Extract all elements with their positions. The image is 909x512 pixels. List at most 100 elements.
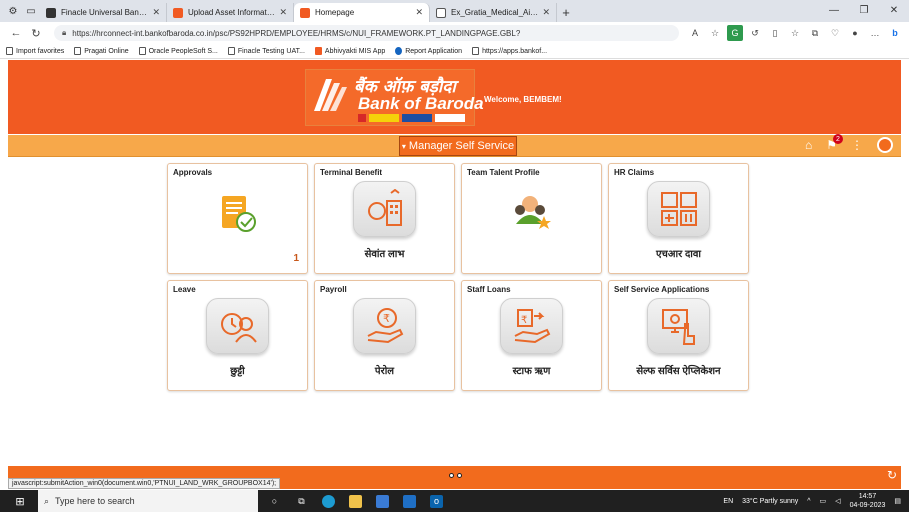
page-dot[interactable]	[457, 473, 462, 478]
windows-taskbar: ⊞ ⌕ Type here to search ○ ⧉ o EN 33°C Pa…	[0, 490, 909, 512]
tray-chevron-icon[interactable]: ^	[807, 498, 810, 505]
read-aloud-icon[interactable]: A	[687, 25, 703, 41]
bank-logo[interactable]: बैंक ऑफ़ बड़ौदा Bank of Baroda	[305, 69, 484, 126]
address-bar-row: ← ↻ 🔒︎ https://hrconnect-int.bankofbarod…	[0, 22, 909, 44]
favorites-label: Pragati Online	[84, 47, 129, 55]
tab-favicon-icon	[173, 7, 183, 18]
home-icon[interactable]: ⌂	[805, 138, 812, 152]
tile-staff-loans[interactable]: Staff Loans ₹ स्टाफ ऋण	[461, 280, 602, 391]
browser-tab[interactable]: Ex_Gratia_Medical_Aid_Scheme.p ✕	[430, 3, 557, 22]
page-icon	[227, 47, 235, 55]
refresh-page-icon[interactable]: ↻	[887, 468, 897, 482]
svg-text:₹: ₹	[521, 315, 527, 326]
favorites-item[interactable]: Abhivyakti MIS App	[314, 47, 385, 55]
close-window-icon[interactable]: ✕	[879, 0, 909, 20]
tile-leave[interactable]: Leave छुट्टी	[167, 280, 308, 391]
favorites-label: Report Application	[405, 47, 463, 55]
terminal-benefit-icon	[353, 181, 416, 237]
cortana-icon[interactable]: ○	[268, 495, 281, 508]
tile-hr-claims[interactable]: HR Claims एचआर दावा	[608, 163, 749, 274]
tile-title: Leave	[173, 285, 196, 294]
back-icon[interactable]: ←	[6, 27, 26, 39]
taskbar-search-input[interactable]: ⌕ Type here to search	[38, 490, 258, 512]
system-tray: EN 33°C Partly sunny ^ ▭ ◁ 14:57 04-09-2…	[723, 490, 901, 512]
notifications-icon[interactable]: ⚑ 2	[826, 134, 843, 152]
network-icon[interactable]: ▭	[820, 497, 827, 505]
split-screen-icon[interactable]: ▯	[767, 25, 783, 41]
url-text: https://hrconnect-int.bankofbaroda.co.in…	[72, 28, 521, 38]
tile-team-talent-profile[interactable]: Team Talent Profile	[461, 163, 602, 274]
tab-close-icon[interactable]: ✕	[415, 7, 423, 18]
restore-icon[interactable]: ❐	[849, 0, 879, 20]
notifications-center-icon[interactable]: ▤	[894, 497, 901, 505]
tile-title: HR Claims	[614, 168, 655, 177]
refresh-extension-icon[interactable]: ↺	[747, 25, 763, 41]
tile-title: Terminal Benefit	[320, 168, 383, 177]
report-icon	[395, 47, 403, 55]
new-tab-button[interactable]: +	[557, 5, 575, 20]
favorites-item[interactable]: Oracle PeopleSoft S...	[138, 47, 218, 55]
extension-icon[interactable]: G	[727, 25, 743, 41]
tile-count: 1	[293, 253, 299, 264]
tile-label: सेवांत लाभ	[364, 249, 405, 260]
tile-title: Payroll	[320, 285, 347, 294]
caret-down-icon: ▾	[401, 141, 406, 151]
volume-icon[interactable]: ◁	[835, 497, 840, 505]
tab-actions-icon[interactable]: ▭	[22, 2, 40, 20]
favorites-item[interactable]: https://apps.bankof...	[472, 47, 547, 55]
mail-icon[interactable]	[403, 494, 416, 508]
favorites-item[interactable]: Pragati Online	[74, 47, 129, 55]
task-view-icon[interactable]: ⧉	[295, 495, 308, 508]
tab-close-icon[interactable]: ✕	[279, 7, 287, 18]
bob-icon	[314, 47, 322, 55]
language-indicator[interactable]: EN	[723, 498, 733, 505]
workspaces-icon[interactable]: ⚙	[4, 2, 22, 20]
favorites-item-import[interactable]: Import favorites	[6, 47, 64, 55]
browser-essentials-icon[interactable]: ♡	[827, 25, 843, 41]
browser-tab[interactable]: Finacle Universal Banking Solutio ✕	[40, 3, 167, 22]
tile-title: Self Service Applications	[614, 285, 710, 294]
store-icon[interactable]	[376, 494, 389, 508]
browser-tab-strip: ⚙ ▭ Finacle Universal Banking Solutio ✕ …	[0, 0, 909, 22]
favorites-item[interactable]: Finacle Testing UAT...	[227, 47, 305, 55]
navbar-icon[interactable]	[877, 137, 893, 153]
window-controls: — ❐ ✕	[819, 0, 909, 20]
more-icon[interactable]: …	[867, 25, 883, 41]
page-header: बैंक ऑफ़ बड़ौदा Bank of Baroda Welcome, …	[8, 60, 901, 134]
browser-tab[interactable]: Upload Asset Information ✕	[167, 3, 294, 22]
navigation-bar: ▾ Manager Self Service ⌂ ⚑ 2 ⋮	[8, 134, 901, 157]
staff-loans-icon: ₹	[500, 298, 563, 354]
file-explorer-icon[interactable]	[349, 494, 362, 508]
tab-favicon-icon	[436, 7, 446, 18]
actions-menu-icon[interactable]: ⋮	[851, 138, 863, 152]
browser-tab-active[interactable]: Homepage ✕	[294, 3, 430, 22]
bing-icon[interactable]: b	[887, 25, 903, 41]
profile-icon[interactable]: ●	[847, 25, 863, 41]
edge-icon[interactable]	[322, 494, 335, 508]
url-field[interactable]: 🔒︎ https://hrconnect-int.bankofbaroda.co…	[54, 25, 679, 41]
browser-extensions: A ☆ G ↺ ▯ ☆ ⧉ ♡ ● … b	[687, 25, 903, 41]
favorites-icon[interactable]: ☆	[787, 25, 803, 41]
collections-icon[interactable]: ⧉	[807, 25, 823, 41]
tab-close-icon[interactable]: ✕	[542, 7, 550, 18]
refresh-icon[interactable]: ↻	[26, 27, 46, 40]
lock-icon[interactable]: 🔒︎	[62, 28, 66, 38]
page-dot[interactable]	[449, 473, 454, 478]
homepage-selector-dropdown[interactable]: ▾ Manager Self Service	[399, 136, 517, 156]
tile-self-service-applications[interactable]: Self Service Applications सेल्फ सर्विस ऐ…	[608, 280, 749, 391]
page-indicator	[449, 473, 462, 478]
favorites-item[interactable]: Report Application	[395, 47, 462, 55]
tile-payroll[interactable]: Payroll ₹ पेरोल	[314, 280, 455, 391]
tab-close-icon[interactable]: ✕	[152, 7, 160, 18]
tile-approvals[interactable]: Approvals 1	[167, 163, 308, 274]
payroll-icon: ₹	[353, 298, 416, 354]
favorite-star-icon[interactable]: ☆	[707, 25, 723, 41]
outlook-icon[interactable]: o	[430, 494, 443, 508]
weather-widget[interactable]: 33°C Partly sunny	[742, 498, 798, 505]
search-placeholder: Type here to search	[55, 496, 135, 506]
clock[interactable]: 14:57 04-09-2023	[850, 492, 886, 510]
minimize-icon[interactable]: —	[819, 0, 849, 20]
search-icon: ⌕	[44, 495, 50, 506]
tile-terminal-benefit[interactable]: Terminal Benefit सेवांत लाभ	[314, 163, 455, 274]
windows-start-icon[interactable]: ⊞	[10, 495, 30, 508]
